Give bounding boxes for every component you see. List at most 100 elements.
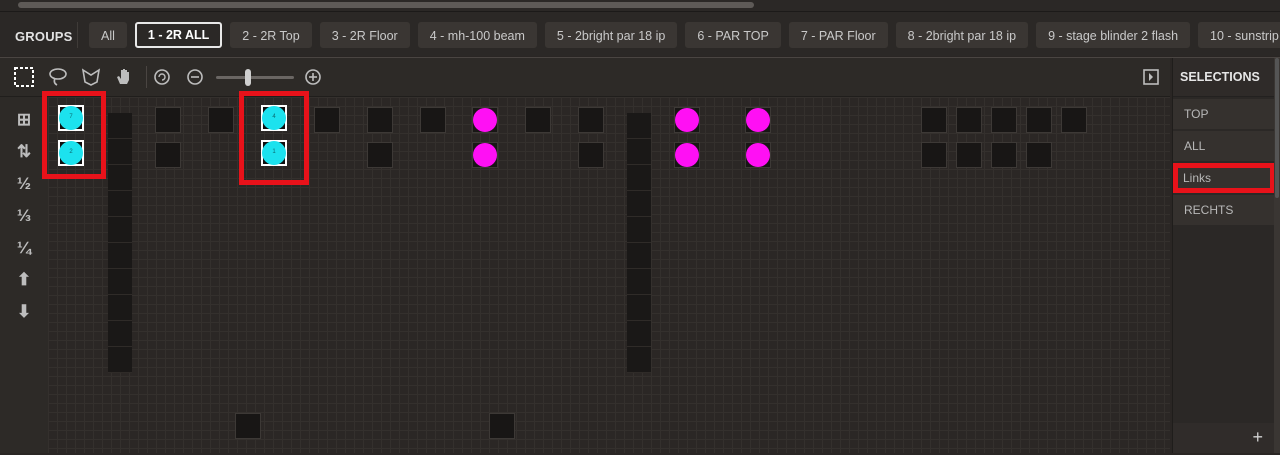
strip-cell[interactable] — [627, 113, 651, 139]
fixture[interactable] — [1026, 142, 1052, 168]
select-up-arrow-icon[interactable]: ⬆ — [10, 267, 38, 293]
strip-cell[interactable] — [108, 139, 132, 165]
horizontal-scrollbar[interactable] — [0, 0, 1280, 12]
fixture[interactable] — [578, 107, 604, 133]
strip-cell[interactable] — [108, 113, 132, 139]
fixture-magenta[interactable] — [472, 142, 498, 168]
fixture[interactable] — [208, 107, 234, 133]
fixture[interactable] — [921, 107, 947, 133]
fixture-magenta[interactable] — [674, 142, 700, 168]
selection-item[interactable]: Links — [1173, 163, 1275, 193]
group-tab[interactable]: All — [89, 22, 127, 48]
strip-cell[interactable] — [108, 321, 132, 347]
select-down-arrow-icon[interactable]: ⬇ — [10, 299, 38, 325]
selection-item[interactable]: ALL — [1173, 131, 1275, 161]
fixture-color-dot — [675, 143, 699, 167]
strip-cell[interactable] — [627, 269, 651, 295]
fixture-layout-panel: ⊞ ⇅ ½ ⅓ ¼ ⬆ ⬇ 7241 SELECTIONS TOP ALL Links RECHT… — [0, 57, 1280, 455]
fixture-strip[interactable] — [108, 113, 132, 373]
strip-cell[interactable] — [108, 165, 132, 191]
group-tab[interactable]: 2 - 2R Top — [230, 22, 312, 48]
strip-cell[interactable] — [108, 347, 132, 373]
collapse-panel-icon[interactable] — [1138, 64, 1164, 90]
fixture[interactable] — [991, 142, 1017, 168]
group-tab[interactable]: 7 - PAR Floor — [788, 22, 888, 48]
zoom-slider-track[interactable] — [216, 76, 294, 79]
fixture-magenta[interactable] — [472, 107, 498, 133]
fixture[interactable] — [489, 413, 515, 439]
fixture[interactable] — [1061, 107, 1087, 133]
fixture[interactable] — [956, 107, 982, 133]
scrollbar-thumb[interactable] — [18, 2, 754, 8]
vertical-scrollbar-thumb[interactable] — [1275, 58, 1279, 198]
fixture-magenta[interactable] — [674, 107, 700, 133]
add-selection-bar: + — [1173, 423, 1275, 453]
fixture[interactable] — [155, 107, 181, 133]
fixture-color-dot — [746, 108, 770, 132]
group-tab[interactable]: 6 - PAR TOP — [685, 22, 781, 48]
zoom-reset-icon[interactable] — [149, 64, 175, 90]
strip-cell[interactable] — [108, 217, 132, 243]
fixture[interactable] — [991, 107, 1017, 133]
strip-cell[interactable] — [627, 165, 651, 191]
strip-cell[interactable] — [627, 347, 651, 373]
fixture[interactable] — [314, 107, 340, 133]
fixture-color-dot — [746, 143, 770, 167]
fixture[interactable] — [367, 142, 393, 168]
strip-cell[interactable] — [108, 243, 132, 269]
strip-cell[interactable] — [627, 191, 651, 217]
groups-bar: GROUPS All 1 - 2R ALL 2 - 2R Top 3 - 2R Flo… — [0, 12, 1280, 56]
vertical-scrollbar[interactable] — [1274, 58, 1280, 453]
group-tab[interactable]: 3 - 2R Floor — [319, 22, 410, 48]
fixture[interactable] — [235, 413, 261, 439]
fixture[interactable] — [155, 142, 181, 168]
strip-cell[interactable] — [108, 191, 132, 217]
selections-title: SELECTIONS — [1173, 58, 1275, 97]
groups-label: GROUPS — [15, 29, 73, 44]
selection-item[interactable]: RECHTS — [1173, 195, 1275, 225]
group-tab[interactable]: 1 - 2R ALL — [134, 22, 223, 48]
fixture[interactable] — [956, 142, 982, 168]
fixture[interactable] — [1026, 107, 1052, 133]
fixture[interactable] — [525, 107, 551, 133]
select-third[interactable]: ⅓ — [10, 203, 38, 229]
zoom-slider-thumb[interactable] — [244, 69, 251, 86]
swap-order-icon[interactable]: ⇅ — [10, 139, 38, 165]
strip-cell[interactable] — [627, 295, 651, 321]
fixture[interactable] — [420, 107, 446, 133]
fixture-magenta[interactable] — [745, 107, 771, 133]
fixture-color-dot — [473, 143, 497, 167]
highlight-box — [42, 91, 106, 179]
fixture-strip[interactable] — [627, 113, 651, 373]
group-tab[interactable]: 8 - 2bright par 18 ip — [895, 22, 1029, 48]
group-tab[interactable]: 5 - 2bright par 18 ip — [544, 22, 678, 48]
lasso-icon[interactable] — [45, 64, 71, 90]
group-tab[interactable]: 9 - stage blinder 2 flash — [1036, 22, 1191, 48]
strip-cell[interactable] — [627, 217, 651, 243]
mask-icon[interactable] — [78, 64, 104, 90]
selection-item[interactable]: TOP — [1173, 99, 1275, 129]
group-tab[interactable]: 10 - sunstrip a — [1198, 22, 1280, 48]
fixture-color-dot — [675, 108, 699, 132]
hand-pan-icon[interactable] — [111, 64, 137, 90]
strip-cell[interactable] — [108, 269, 132, 295]
strip-cell[interactable] — [627, 321, 651, 347]
select-half[interactable]: ½ — [10, 171, 38, 197]
layout-toolbar — [0, 58, 1170, 97]
fixture[interactable] — [367, 107, 393, 133]
zoom-in-icon[interactable] — [300, 64, 326, 90]
rectangle-select-icon[interactable] — [11, 64, 37, 90]
fixture[interactable] — [578, 142, 604, 168]
select-quarter[interactable]: ¼ — [10, 235, 38, 261]
fixture-magenta[interactable] — [745, 142, 771, 168]
group-tab[interactable]: 4 - mh-100 beam — [417, 22, 537, 48]
grid-layout-icon[interactable]: ⊞ — [10, 107, 38, 133]
fixture-grid[interactable]: 7241 — [42, 91, 1170, 453]
strip-cell[interactable] — [108, 295, 132, 321]
add-selection-button[interactable]: + — [1252, 427, 1263, 448]
fixture-color-dot — [473, 108, 497, 132]
strip-cell[interactable] — [627, 139, 651, 165]
fixture[interactable] — [921, 142, 947, 168]
zoom-out-icon[interactable] — [182, 64, 208, 90]
strip-cell[interactable] — [627, 243, 651, 269]
